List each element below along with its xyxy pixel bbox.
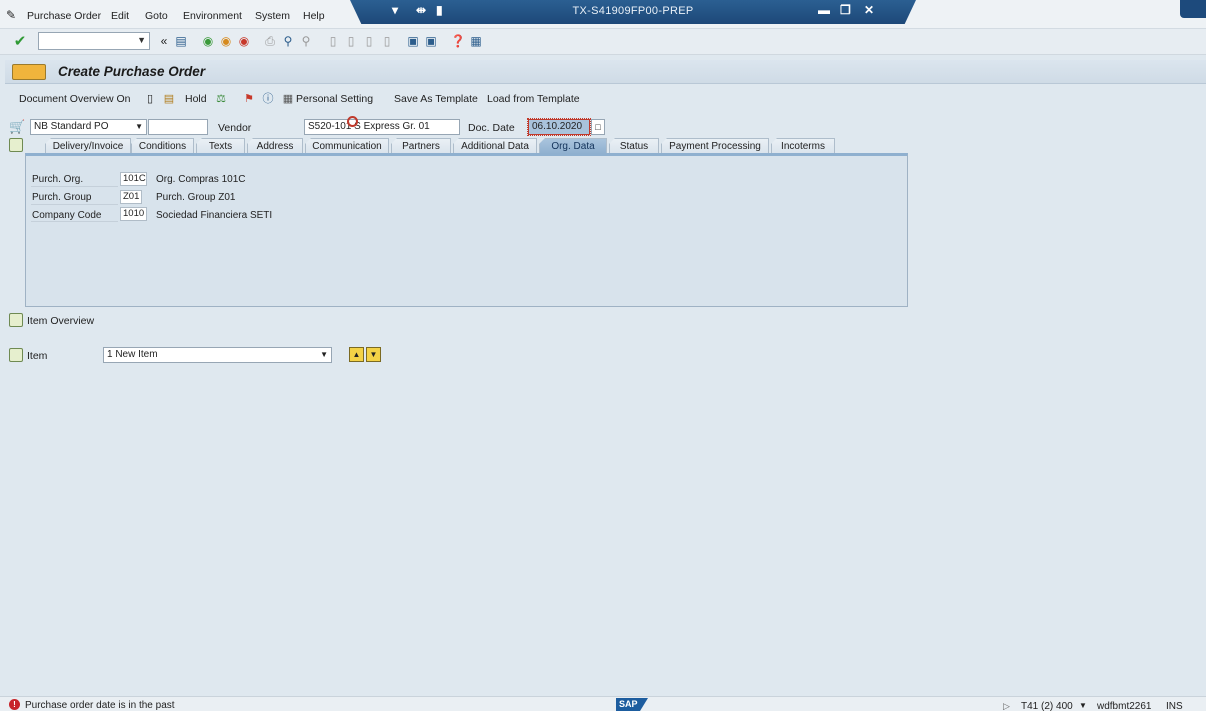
tab-org-data[interactable]: Org. Data — [539, 138, 607, 154]
session-info[interactable]: T41 (2) 400 — [1021, 701, 1073, 711]
last-page-icon[interactable]: ▯ — [379, 33, 395, 49]
company-code-desc: Sociedad Financiera SETI — [156, 210, 273, 221]
layout-icon[interactable]: ▦ — [468, 33, 484, 49]
purch-group-label: Purch. Group — [32, 192, 92, 203]
item-overview-label: Item Overview — [27, 315, 95, 327]
tab-texts[interactable]: Texts — [196, 138, 245, 154]
expand-item-detail-icon[interactable] — [9, 348, 23, 362]
other-document-icon[interactable]: ▤ — [162, 91, 176, 105]
server-info: wdfbmt2261 — [1097, 701, 1152, 711]
purch-group-desc: Purch. Group Z01 — [156, 192, 236, 203]
back-icon[interactable]: ◉ — [200, 33, 216, 49]
enter-check-icon[interactable]: ✔ — [12, 33, 28, 50]
chevron-down-icon[interactable]: ▼ — [320, 348, 328, 362]
item-select-value: 1 New Item — [107, 349, 158, 360]
menu-goto[interactable]: Goto — [145, 10, 168, 22]
tab-partners[interactable]: Partners — [391, 138, 451, 154]
company-code-field[interactable]: 1010 — [120, 207, 147, 221]
hold-button[interactable]: Hold — [185, 93, 207, 105]
doc-type-value: NB Standard PO — [34, 121, 109, 132]
tab-conditions[interactable]: Conditions — [131, 138, 194, 154]
next-item-button[interactable]: ▼ — [366, 347, 381, 362]
find-icon[interactable]: ⚲ — [280, 33, 296, 49]
doc-date-label: Doc. Date — [468, 122, 515, 134]
close-icon[interactable]: ✕ — [864, 3, 874, 17]
window-title-bar: ▾ ⇹ ▮ TX-S41909FP00-PREP ▬ ❐ ✕ — [350, 0, 916, 24]
tab-communication[interactable]: Communication — [305, 138, 389, 154]
shortcut-icon[interactable]: ▣ — [423, 33, 439, 49]
purch-org-field[interactable]: 101C — [120, 172, 147, 186]
restore-icon[interactable]: ❐ — [840, 3, 851, 17]
window-title: TX-S41909FP00-PREP — [572, 5, 694, 17]
menu-purchase-order[interactable]: Purchase Order — [27, 10, 101, 22]
previous-item-button[interactable]: ▲ — [349, 347, 364, 362]
menu-environment[interactable]: Environment — [183, 10, 242, 22]
doc-number-field[interactable] — [148, 119, 208, 135]
personal-setting-icon[interactable]: ▦ — [281, 91, 295, 105]
document-overview-button[interactable]: Document Overview On — [19, 93, 130, 105]
expand-status-icon[interactable]: ▷ — [1003, 701, 1010, 711]
vendor-label: Vendor — [218, 122, 252, 134]
calendar-icon[interactable]: □ — [591, 119, 605, 135]
new-session-icon[interactable]: ▣ — [405, 33, 421, 49]
doc-date-field[interactable]: 06.10.2020 — [527, 118, 591, 136]
tab-incoterms[interactable]: Incoterms — [771, 138, 835, 154]
tab-status[interactable]: Status — [609, 138, 659, 154]
input-mode[interactable]: INS — [1166, 701, 1183, 711]
help-icon[interactable]: ❓ — [450, 33, 466, 49]
first-page-icon[interactable]: ▯ — [325, 33, 341, 49]
minimize-icon[interactable]: ▬ — [818, 3, 830, 17]
menu-system[interactable]: System — [255, 10, 290, 22]
exit-icon[interactable]: ◉ — [218, 33, 234, 49]
chevron-down-icon[interactable]: ▼ — [135, 120, 143, 134]
cancel-icon[interactable]: ◉ — [236, 33, 252, 49]
cursor-indicator-icon — [347, 116, 358, 127]
personal-setting-button[interactable]: Personal Setting — [296, 93, 373, 105]
tab-payment-processing[interactable]: Payment Processing — [661, 138, 769, 154]
item-label: Item — [27, 350, 48, 362]
purch-org-label: Purch. Org. — [32, 174, 84, 185]
expand-item-overview-icon[interactable] — [9, 313, 23, 327]
tab-address[interactable]: Address — [247, 138, 303, 154]
corner-widget — [1180, 0, 1206, 18]
chevron-down-icon[interactable]: ▼ — [137, 35, 146, 45]
command-field[interactable]: ▼ — [38, 32, 150, 50]
menu-help[interactable]: Help — [303, 10, 325, 22]
tab-additional-data[interactable]: Additional Data — [453, 138, 537, 154]
purch-org-desc: Org. Compras 101C — [156, 174, 246, 185]
error-icon: ! — [9, 699, 20, 710]
next-page-icon[interactable]: ▯ — [361, 33, 377, 49]
check-icon[interactable]: ⚖ — [214, 91, 228, 105]
purchase-order-icon — [12, 64, 46, 80]
tab-delivery-invoice[interactable]: Delivery/Invoice — [45, 138, 131, 154]
purch-group-field[interactable]: Z01 — [120, 190, 142, 204]
page-title: Create Purchase Order — [58, 64, 206, 79]
status-message[interactable]: Purchase order date is in the past — [25, 700, 175, 711]
info-icon[interactable]: ⓘ — [261, 91, 275, 105]
collapse-header-icon[interactable] — [9, 138, 23, 152]
save-icon[interactable]: ▤ — [173, 33, 189, 49]
double-chevron-left-icon[interactable]: « — [156, 33, 172, 49]
menu-edit[interactable]: Edit — [111, 10, 129, 22]
sap-menu-icon[interactable]: ✎ — [6, 8, 16, 22]
previous-page-icon[interactable]: ▯ — [343, 33, 359, 49]
doc-type-select[interactable]: NB Standard PO ▼ — [30, 119, 147, 135]
company-code-label: Company Code — [32, 210, 102, 221]
chevron-down-icon[interactable]: ▼ — [1079, 701, 1087, 710]
cart-icon[interactable]: 🛒 — [9, 119, 25, 135]
load-from-template-button[interactable]: Load from Template — [487, 93, 580, 105]
messages-icon[interactable]: ⚑ — [242, 91, 256, 105]
vendor-field[interactable]: S520-101 S Express Gr. 01 — [304, 119, 460, 135]
new-document-icon[interactable]: ▯ — [143, 91, 157, 105]
item-select[interactable]: 1 New Item ▼ — [103, 347, 332, 363]
print-icon[interactable]: ⎙ — [262, 33, 278, 49]
save-as-template-button[interactable]: Save As Template — [394, 93, 478, 105]
find-next-icon[interactable]: ⚲ — [298, 33, 314, 49]
